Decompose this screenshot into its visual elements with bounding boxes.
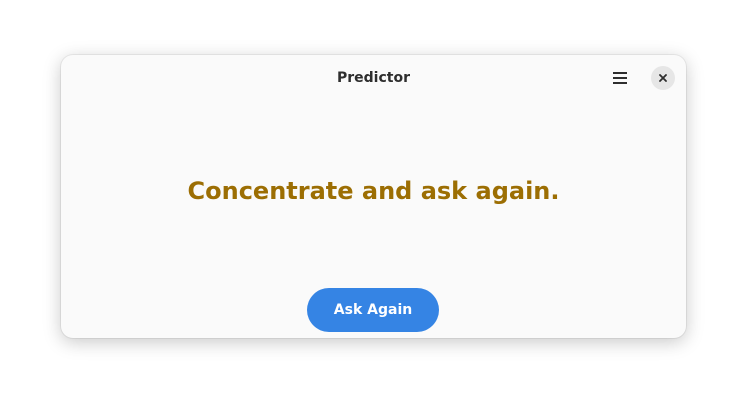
prediction-text: Concentrate and ask again. (187, 177, 560, 205)
main-menu-button[interactable] (608, 66, 632, 90)
hamburger-menu-icon (613, 72, 627, 84)
close-icon (659, 74, 667, 82)
window-title: Predictor (337, 70, 410, 86)
app-window: Predictor Concentrate and ask again. Ask… (61, 55, 686, 338)
headerbar: Predictor (61, 55, 686, 101)
close-button[interactable] (651, 66, 675, 90)
ask-again-button[interactable]: Ask Again (307, 288, 439, 332)
